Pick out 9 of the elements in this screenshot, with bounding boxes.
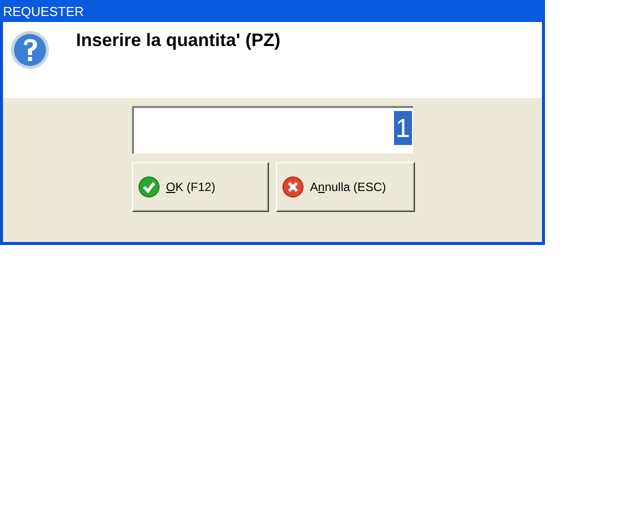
quantity-field[interactable]: 1 xyxy=(132,106,413,154)
question-icon xyxy=(10,30,50,70)
prompt-text: Inserire la quantita' (PZ) xyxy=(76,30,280,51)
checkmark-icon xyxy=(138,176,160,198)
close-icon xyxy=(282,176,304,198)
window-title: REQUESTER xyxy=(3,4,84,18)
cancel-button[interactable]: Annulla (ESC) xyxy=(276,162,415,212)
ok-button[interactable]: OK (F12) xyxy=(132,162,269,212)
field-value: 1 xyxy=(394,111,412,145)
